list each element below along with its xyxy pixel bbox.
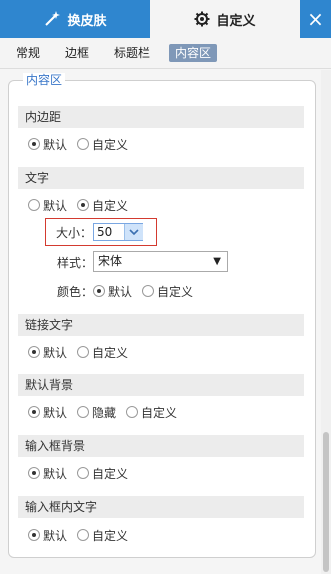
top-tab-bar: 换皮肤 自定义 × <box>0 0 331 38</box>
radio-label: 自定义 <box>157 284 194 299</box>
radio-label: 默认 <box>43 528 68 543</box>
radio-label: 默认 <box>43 137 68 152</box>
link-radio-group: 默认 自定义 <box>28 344 138 360</box>
input-bg-radio-group: 默认 自定义 <box>28 465 138 481</box>
style-label: 样式： <box>57 256 94 270</box>
input-bg-custom-radio[interactable]: 自定义 <box>77 465 128 482</box>
dropdown-arrow-icon: ▼ <box>213 256 221 267</box>
bg-custom-radio[interactable]: 自定义 <box>126 404 177 421</box>
subtab-border[interactable]: 边框 <box>59 44 95 62</box>
tab-customize-label: 自定义 <box>216 13 256 29</box>
text-default-radio[interactable]: 默认 <box>28 197 67 214</box>
link-default-radio[interactable]: 默认 <box>28 344 67 361</box>
input-bg-default-radio[interactable]: 默认 <box>28 465 67 482</box>
radio-label: 自定义 <box>141 405 178 420</box>
font-style-select[interactable]: 宋体 ▼ <box>93 251 228 272</box>
subtab-content-area[interactable]: 内容区 <box>169 44 218 62</box>
tab-change-skin-label: 换皮肤 <box>67 13 107 29</box>
radio-label: 隐藏 <box>92 405 117 420</box>
section-header-text: 文字 <box>18 167 304 189</box>
font-style-value: 宋体 <box>98 254 123 268</box>
section-header-input-text: 输入框内文字 <box>18 496 304 518</box>
section-header-default-background: 默认背景 <box>18 374 304 396</box>
section-header-link-text: 链接文字 <box>18 314 304 336</box>
subtab-titlebar[interactable]: 标题栏 <box>108 44 156 62</box>
padding-custom-radio[interactable]: 自定义 <box>77 136 128 153</box>
radio-label: 自定义 <box>92 345 129 360</box>
color-default-radio[interactable]: 默认 <box>93 283 132 300</box>
padding-radio-group: 默认 自定义 <box>28 136 138 152</box>
radio-label: 自定义 <box>92 466 129 481</box>
section-header-input-background: 输入框背景 <box>18 435 304 457</box>
scrollbar-thumb[interactable] <box>323 432 329 572</box>
gear-icon <box>194 11 210 27</box>
close-icon: × <box>307 7 324 31</box>
radio-label: 自定义 <box>92 198 129 213</box>
panel-legend: 内容区 <box>23 73 66 87</box>
radio-label: 默认 <box>43 405 68 420</box>
size-dropdown-button[interactable] <box>124 224 143 240</box>
radio-label: 默认 <box>43 198 68 213</box>
bg-default-radio[interactable]: 默认 <box>28 404 67 421</box>
padding-default-radio[interactable]: 默认 <box>28 136 67 153</box>
input-text-default-radio[interactable]: 默认 <box>28 527 67 544</box>
text-radio-group: 默认 自定义 <box>28 197 138 213</box>
color-label: 颜色： <box>57 284 94 299</box>
magic-wand-icon <box>43 10 61 28</box>
sub-tab-bar: 常规 边框 标题栏 内容区 <box>0 38 331 69</box>
radio-label: 自定义 <box>92 137 129 152</box>
bg-hide-radio[interactable]: 隐藏 <box>77 404 116 421</box>
radio-label: 默认 <box>108 284 133 299</box>
chevron-down-icon <box>129 225 139 239</box>
text-color-row: 颜色： 默认 自定义 <box>57 283 203 299</box>
input-text-radio-group: 默认 自定义 <box>28 527 138 543</box>
vertical-scrollbar[interactable] <box>321 70 331 574</box>
background-radio-group: 默认 隐藏 自定义 <box>28 404 187 420</box>
tab-change-skin[interactable]: 换皮肤 <box>0 0 150 38</box>
size-value: 50 <box>97 225 113 239</box>
size-label: 大小： <box>56 226 93 240</box>
color-custom-radio[interactable]: 自定义 <box>142 283 193 300</box>
radio-label: 默认 <box>43 466 68 481</box>
tab-customize[interactable]: 自定义 <box>150 0 300 38</box>
input-text-custom-radio[interactable]: 自定义 <box>77 527 128 544</box>
text-custom-radio[interactable]: 自定义 <box>77 197 128 214</box>
subtab-general[interactable]: 常规 <box>10 44 46 62</box>
link-custom-radio[interactable]: 自定义 <box>77 344 128 361</box>
radio-label: 默认 <box>43 345 68 360</box>
radio-label: 自定义 <box>92 528 129 543</box>
close-button[interactable]: × <box>300 0 331 38</box>
section-header-padding: 内边距 <box>18 106 304 128</box>
